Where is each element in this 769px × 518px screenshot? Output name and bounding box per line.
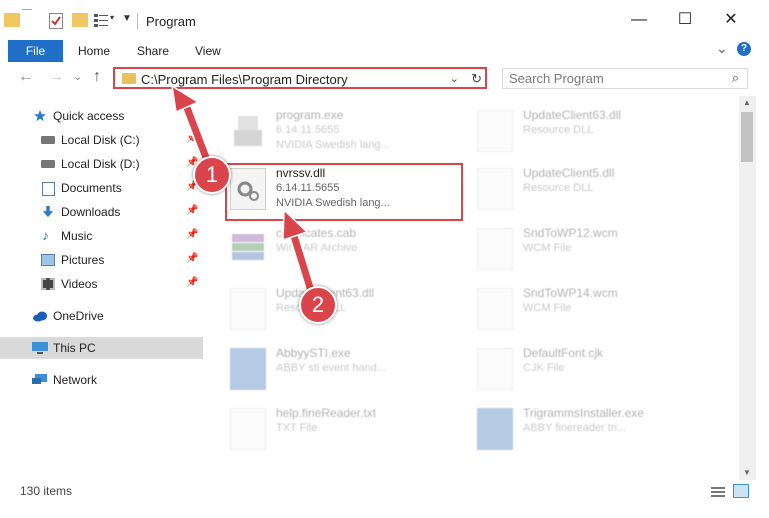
annotation-arrows [171, 84, 318, 296]
arrow-to-file [282, 208, 318, 296]
step-1-badge: 1 [193, 156, 231, 194]
arrow-to-address-bar [171, 84, 216, 170]
step-2-badge: 2 [299, 286, 337, 324]
